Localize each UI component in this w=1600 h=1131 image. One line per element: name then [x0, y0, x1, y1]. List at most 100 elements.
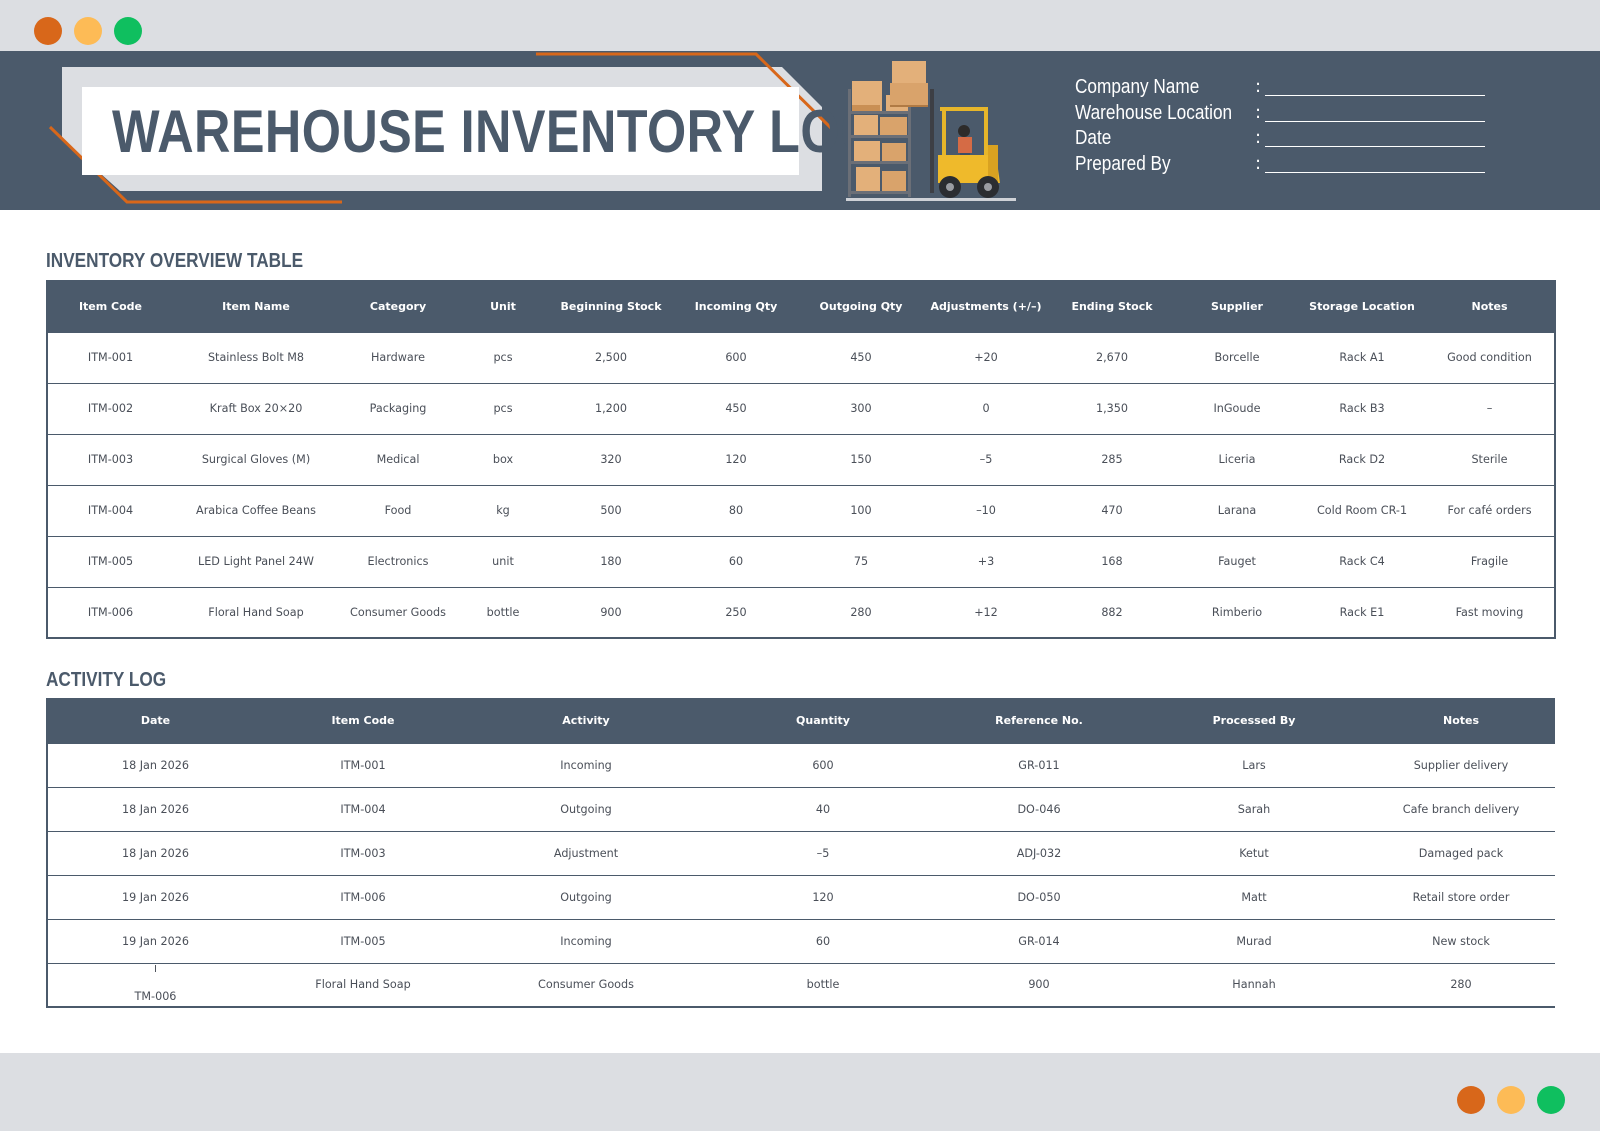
- table-cell: 120: [709, 874, 937, 919]
- table-cell: Outgoing: [463, 874, 709, 919]
- table-cell: Lars: [1141, 742, 1367, 787]
- table-row: 18 Jan 2026 ITM-001 Incoming 600 GR-011 Lars S…: [47, 742, 1555, 787]
- column-header: Item Name: [173, 281, 339, 332]
- table-cell: Damaged pack: [1367, 830, 1555, 875]
- column-header: Quantity: [709, 698, 937, 743]
- table-cell: 1,200: [549, 382, 673, 434]
- column-header: Processed By: [1141, 698, 1367, 743]
- meta-row-date: Date :: [1075, 127, 1495, 153]
- table-cell: 100: [799, 484, 923, 536]
- column-header: Beginning Stock: [549, 281, 673, 332]
- table-cell: –: [1425, 382, 1555, 434]
- table-cell: Good condition: [1425, 331, 1555, 383]
- table-cell: +12: [923, 586, 1049, 638]
- cell-text: TM-006: [134, 990, 177, 1004]
- table-cell: Kraft Box 20×20: [173, 382, 339, 434]
- top-frame-bar: [0, 0, 1600, 51]
- table-cell: ITM-003: [47, 433, 173, 485]
- table-cell: Medical: [339, 433, 457, 485]
- table-cell: box: [457, 433, 549, 485]
- table-cell: ADJ-032: [937, 830, 1141, 875]
- table-cell: Hardware: [339, 331, 457, 383]
- meta-row-prepared-by: Prepared By :: [1075, 153, 1495, 179]
- inventory-overview-table: Item Code Item Name Category Unit Beginn…: [46, 280, 1556, 639]
- green-dot-icon: [114, 17, 142, 45]
- table-cell: 2,670: [1049, 331, 1175, 383]
- document-meta-fields: Company Name : Warehouse Location : Date…: [1075, 76, 1495, 178]
- table-cell: 300: [799, 382, 923, 434]
- table-cell: ITM-001: [47, 331, 173, 383]
- table-cell: Fauget: [1175, 535, 1299, 587]
- table-cell: GR-014: [937, 918, 1141, 963]
- table-cell: Floral Hand Soap: [263, 962, 463, 1007]
- meta-label: Date: [1075, 127, 1112, 149]
- table-cell: 75: [799, 535, 923, 587]
- column-header: Unit: [457, 281, 549, 332]
- table-cell: Murad: [1141, 918, 1367, 963]
- table-row: ITM-003 Surgical Gloves (M) Medical box 320 1…: [47, 433, 1555, 485]
- header-banner: WAREHOUSE INVENTORY LOG Company Name: W…: [0, 51, 1600, 210]
- table-cell: Retail store order: [1367, 874, 1555, 919]
- meta-colon: :: [1255, 152, 1262, 174]
- table-cell: Stainless Bolt M8: [173, 331, 339, 383]
- table-cell: DO-050: [937, 874, 1141, 919]
- company-name-field[interactable]: [1265, 76, 1485, 96]
- table-cell: bottle: [709, 962, 937, 1007]
- table-row: 19 Jan 2026 ITM-006 Outgoing 120 DO-050 Matt R…: [47, 874, 1555, 919]
- table-cell: ITM-002: [47, 382, 173, 434]
- table-cell: Matt: [1141, 874, 1367, 919]
- orange-dot-icon: [34, 17, 62, 45]
- table-row: ITM-006Floral Hand SoapConsumer Goodsbot…: [47, 962, 1555, 1007]
- table-row: 18 Jan 2026 ITM-003 Adjustment –5 ADJ-032 Ket…: [47, 830, 1555, 875]
- table-cell: ITM-006: [263, 874, 463, 919]
- title-box: WAREHOUSE INVENTORY LOG: [82, 87, 879, 175]
- table-cell: Incoming: [463, 742, 709, 787]
- column-header: Outgoing Qty: [799, 281, 923, 332]
- table-cell: 900: [549, 586, 673, 638]
- table-cell: 882: [1049, 586, 1175, 638]
- table-cell: DO-046: [937, 786, 1141, 831]
- table-cell: 320: [549, 433, 673, 485]
- prepared-by-field[interactable]: [1265, 153, 1485, 173]
- table-cell: Outgoing: [463, 786, 709, 831]
- table-cell: GR-011: [937, 742, 1141, 787]
- table-cell: Consumer Goods: [339, 586, 457, 638]
- date-field[interactable]: [1265, 127, 1485, 147]
- table-row: ITM-002 Kraft Box 20×20 Packaging pcs 1,200 4…: [47, 382, 1555, 434]
- cell-fragment: I: [154, 963, 157, 975]
- table-cell: 60: [673, 535, 799, 587]
- page-title: WAREHOUSE INVENTORY LOG: [112, 97, 880, 165]
- column-header: Date: [47, 698, 263, 743]
- table-cell: Cafe branch delivery: [1367, 786, 1555, 831]
- table-cell: 500: [549, 484, 673, 536]
- table-cell: 285: [1049, 433, 1175, 485]
- table-cell: ITM-005: [263, 918, 463, 963]
- meta-row-company-name: Company Name :: [1075, 76, 1495, 102]
- column-header: Activity: [463, 698, 709, 743]
- table-cell: LED Light Panel 24W: [173, 535, 339, 587]
- meta-colon: :: [1255, 76, 1262, 97]
- meta-row-warehouse-location: Warehouse Location :: [1075, 102, 1495, 128]
- table-cell: Floral Hand Soap: [173, 586, 339, 638]
- table-cell: Food: [339, 484, 457, 536]
- column-header: Item Code: [47, 281, 173, 332]
- table-cell: Rack E1: [1299, 586, 1425, 638]
- table-row: ITM-006Floral Hand SoapConsumer Goodsbot…: [47, 586, 1555, 638]
- warehouse-location-field[interactable]: [1265, 102, 1485, 122]
- column-header: Adjustments (+/–): [923, 281, 1049, 332]
- table-header-row: Date Item Code Activity Quantity Referen…: [47, 698, 1555, 743]
- table-cell: 2,500: [549, 331, 673, 383]
- table-cell: 470: [1049, 484, 1175, 536]
- table-cell: Liceria: [1175, 433, 1299, 485]
- table-cell: For café orders: [1425, 484, 1555, 536]
- table-cell: unit: [457, 535, 549, 587]
- table-row: 19 Jan 2026 ITM-005 Incoming 60 GR-014 Murad N…: [47, 918, 1555, 963]
- table-cell: Incoming: [463, 918, 709, 963]
- table-cell: Arabica Coffee Beans: [173, 484, 339, 536]
- table-row: 18 Jan 2026 ITM-004 Outgoing 40 DO-046 Sarah C…: [47, 786, 1555, 831]
- table-cell: 450: [799, 331, 923, 383]
- table-cell: 19 Jan 2026: [47, 874, 263, 919]
- table-cell: 19 Jan 2026: [47, 918, 263, 963]
- yellow-dot-icon: [1497, 1086, 1525, 1114]
- table-cell: ITM-003: [263, 830, 463, 875]
